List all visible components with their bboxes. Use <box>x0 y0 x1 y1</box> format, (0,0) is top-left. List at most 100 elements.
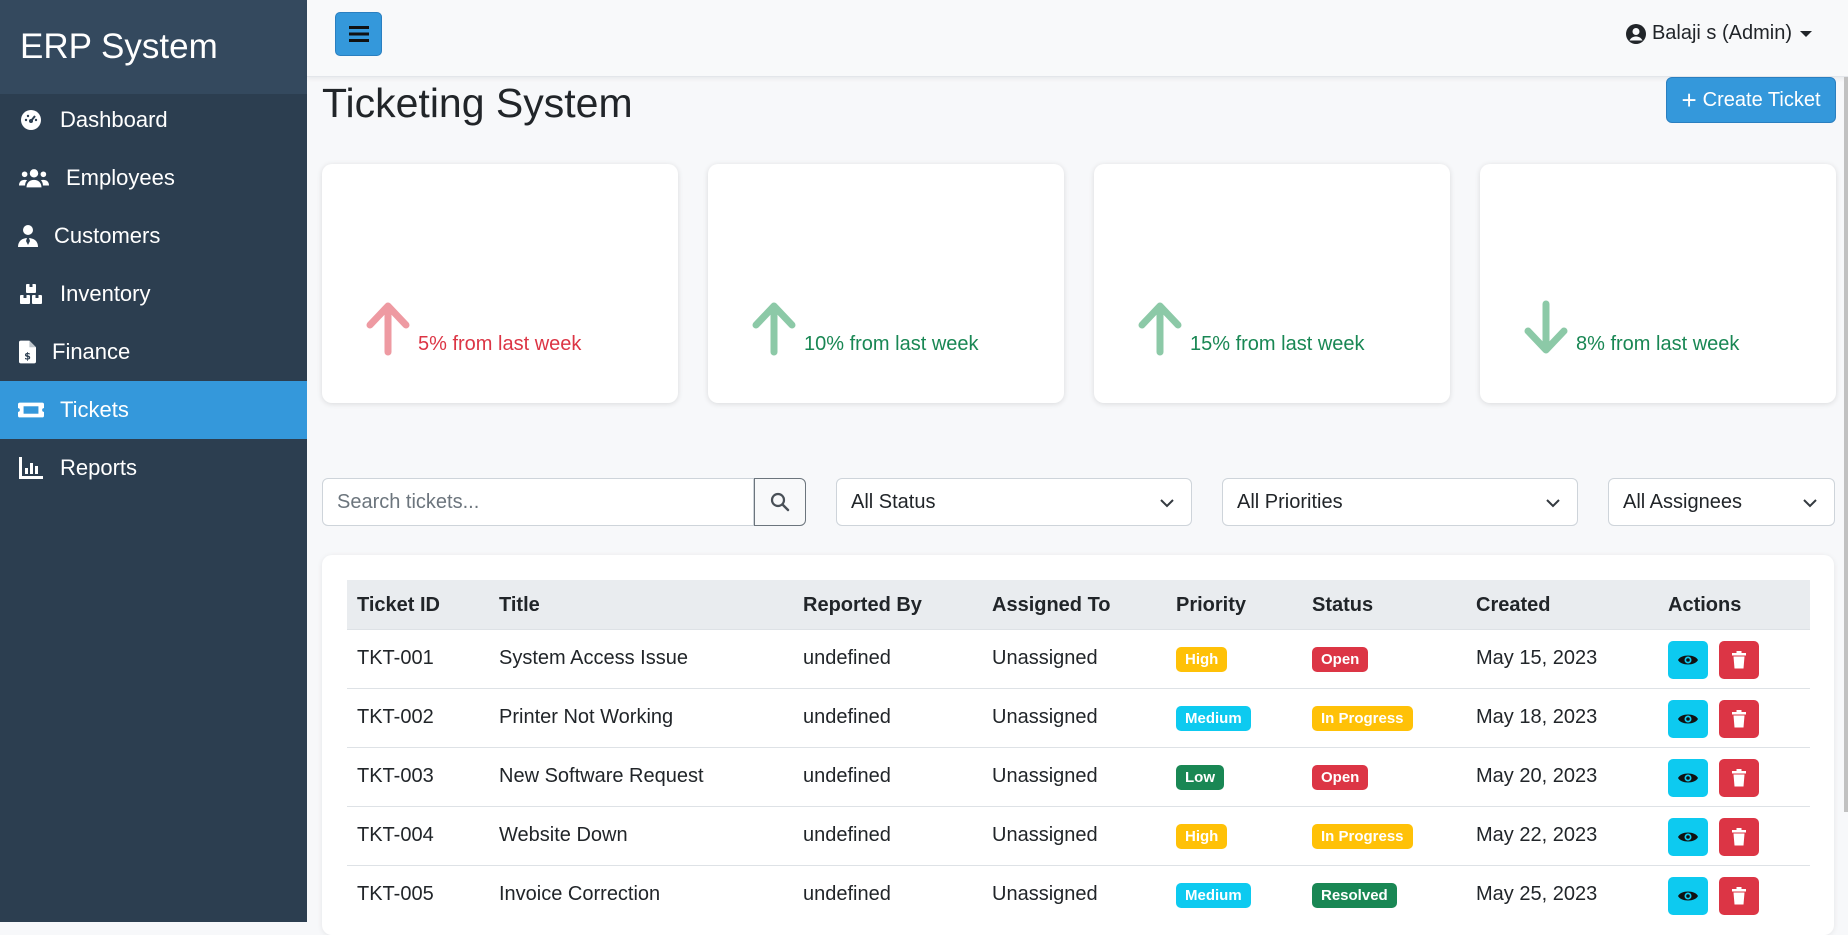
table-row: TKT-002 Printer Not Working undefined Un… <box>347 689 1810 748</box>
user-menu[interactable]: Balaji s (Admin) <box>1625 22 1812 45</box>
sidebar-item-label: Reports <box>60 455 138 480</box>
ticket-reported-by: undefined <box>803 765 891 787</box>
view-ticket-button[interactable] <box>1668 818 1708 856</box>
ticket-reported-by: undefined <box>803 824 891 846</box>
sidebar-item-customers[interactable]: Customers <box>0 207 307 265</box>
col-ticket-id: Ticket ID <box>357 594 440 616</box>
menu-toggle-button[interactable] <box>335 12 382 56</box>
assignee-filter-select[interactable]: All Assignees <box>1608 478 1835 526</box>
ticket-id: TKT-003 <box>357 765 434 787</box>
user-name: Balaji s (Admin) <box>1651 22 1792 44</box>
page-title: Ticketing System <box>322 80 633 126</box>
sidebar-item-reports[interactable]: Reports <box>0 439 307 497</box>
view-ticket-button[interactable] <box>1668 641 1708 679</box>
ticket-icon <box>18 397 44 423</box>
sidebar-item-label: Tickets <box>60 397 129 422</box>
stat-trend: 5% from last week <box>364 300 581 356</box>
create-ticket-label: Create Ticket <box>1702 88 1821 111</box>
trash-icon <box>1732 710 1746 728</box>
sidebar-item-employees[interactable]: Employees <box>0 149 307 207</box>
user-tie-icon <box>18 223 38 249</box>
trash-icon <box>1732 651 1746 669</box>
table-row: TKT-004 Website Down undefined Unassigne… <box>347 807 1810 866</box>
search-group <box>322 478 806 526</box>
chevron-down-icon <box>1546 499 1560 508</box>
col-actions: Actions <box>1668 594 1742 616</box>
caret-down-icon <box>1800 30 1812 37</box>
stat-card: 8% from last week <box>1480 164 1836 403</box>
status-badge: Open <box>1312 647 1369 672</box>
stat-trend: 15% from last week <box>1136 300 1365 356</box>
ticket-title: System Access Issue <box>499 647 688 669</box>
table-header: Ticket ID Title Reported By Assigned To … <box>347 580 1810 630</box>
users-icon <box>18 165 50 191</box>
view-ticket-button[interactable] <box>1668 759 1708 797</box>
stat-trend: 10% from last week <box>750 300 979 356</box>
eye-icon <box>1678 714 1698 724</box>
delete-ticket-button[interactable] <box>1719 877 1759 915</box>
eye-icon <box>1678 773 1698 783</box>
ticket-created: May 18, 2023 <box>1476 706 1598 728</box>
sidebar-item-inventory[interactable]: Inventory <box>0 265 307 323</box>
priority-filter-select[interactable]: All Priorities <box>1222 478 1578 526</box>
create-ticket-button[interactable]: + Create Ticket <box>1666 77 1836 123</box>
search-button[interactable] <box>754 478 806 526</box>
trash-icon <box>1732 887 1746 905</box>
sidebar-item-dashboard[interactable]: Dashboard <box>0 91 307 149</box>
ticket-id: TKT-004 <box>357 824 434 846</box>
arrow-up-icon <box>366 302 410 356</box>
ticket-id: TKT-005 <box>357 883 434 905</box>
table-row: TKT-005 Invoice Correction undefined Una… <box>347 866 1810 925</box>
ticket-reported-by: undefined <box>803 706 891 728</box>
view-ticket-button[interactable] <box>1668 700 1708 738</box>
ticket-id: TKT-001 <box>357 647 434 669</box>
priority-filter-value: All Priorities <box>1237 490 1343 513</box>
sidebar-item-label: Dashboard <box>60 107 168 132</box>
ticket-assigned-to: Unassigned <box>992 765 1098 787</box>
delete-ticket-button[interactable] <box>1719 759 1759 797</box>
sidebar-item-label: Customers <box>54 223 161 248</box>
sidebar-item-finance[interactable]: $ Finance <box>0 323 307 381</box>
priority-badge: High <box>1176 824 1228 849</box>
ticket-assigned-to: Unassigned <box>992 824 1098 846</box>
invoice-icon: $ <box>18 339 36 365</box>
sidebar: ERP System Dashboard Employees Customers… <box>0 0 307 922</box>
ticket-title: Invoice Correction <box>499 883 661 905</box>
chevron-down-icon <box>1803 499 1817 508</box>
view-ticket-button[interactable] <box>1668 877 1708 915</box>
delete-ticket-button[interactable] <box>1719 700 1759 738</box>
status-badge: In Progress <box>1312 706 1413 731</box>
sidebar-nav: Dashboard Employees Customers Inventory … <box>0 91 307 497</box>
eye-icon <box>1678 655 1698 665</box>
search-input[interactable] <box>322 478 754 526</box>
page-scrollbar[interactable] <box>1844 77 1848 812</box>
ticket-title: Printer Not Working <box>499 706 674 728</box>
stat-card: 5% from last week <box>322 164 678 403</box>
table-row: TKT-003 New Software Request undefined U… <box>347 748 1810 807</box>
status-filter-select[interactable]: All Status <box>836 478 1192 526</box>
ticket-reported-by: undefined <box>803 883 891 905</box>
status-badge: Resolved <box>1312 883 1397 908</box>
col-priority: Priority <box>1176 594 1247 616</box>
svg-text:$: $ <box>24 352 31 363</box>
topbar: Balaji s (Admin) <box>307 0 1848 77</box>
stat-card: 15% from last week <box>1094 164 1450 403</box>
table-row: TKT-001 System Access Issue undefined Un… <box>347 630 1810 689</box>
hamburger-icon <box>348 26 369 42</box>
sidebar-item-label: Finance <box>52 339 131 364</box>
col-reported-by: Reported By <box>803 594 922 616</box>
ticket-title: Website Down <box>499 824 628 846</box>
delete-ticket-button[interactable] <box>1719 818 1759 856</box>
ticket-assigned-to: Unassigned <box>992 883 1098 905</box>
stat-text: 5% from last week <box>418 333 582 355</box>
user-circle-icon <box>1625 23 1646 44</box>
chevron-down-icon <box>1160 499 1174 508</box>
stat-trend: 8% from last week <box>1522 300 1739 356</box>
sidebar-item-tickets[interactable]: Tickets <box>0 381 307 439</box>
boxes-icon <box>18 281 44 307</box>
delete-ticket-button[interactable] <box>1719 641 1759 679</box>
ticket-title: New Software Request <box>499 765 704 787</box>
ticket-assigned-to: Unassigned <box>992 647 1098 669</box>
ticket-created: May 15, 2023 <box>1476 647 1598 669</box>
brand-title: ERP System <box>0 0 307 94</box>
